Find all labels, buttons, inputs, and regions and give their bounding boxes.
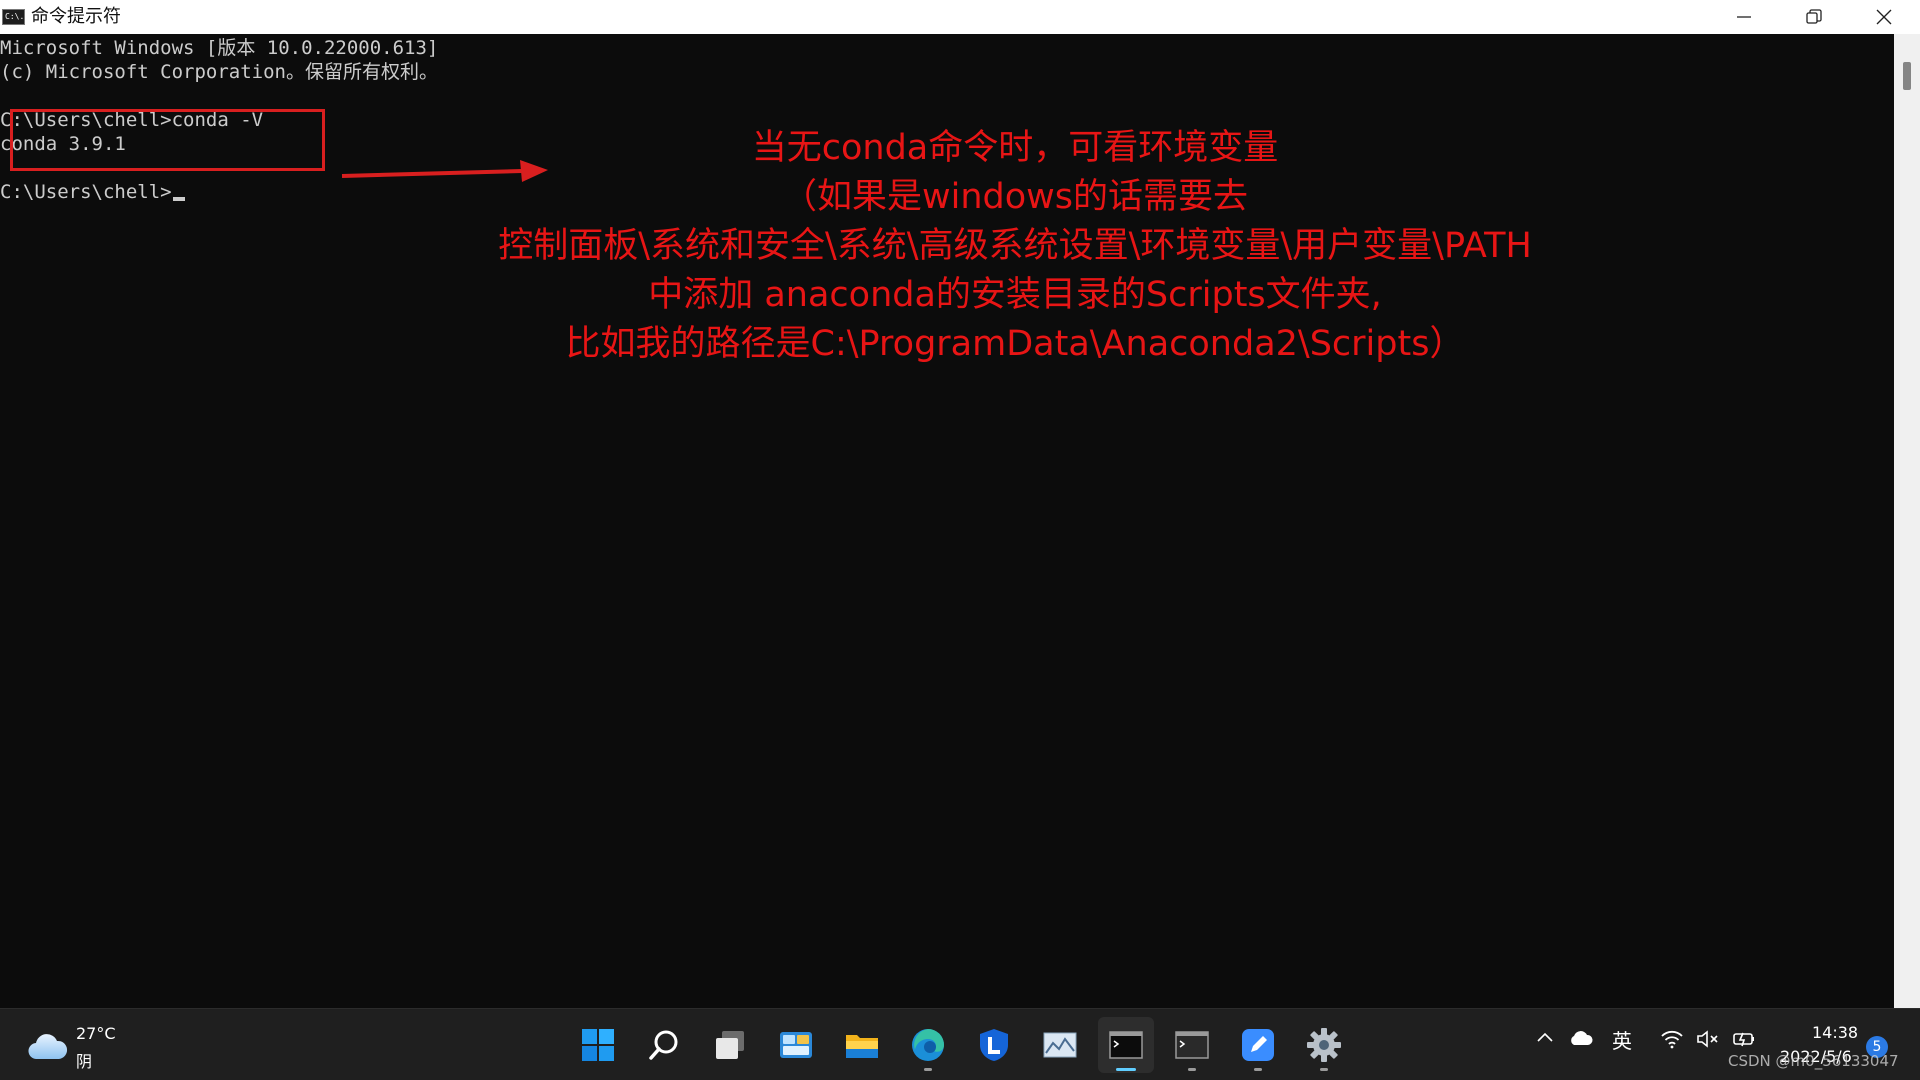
chevron-up-icon[interactable] (1536, 1029, 1554, 1047)
watermark-text: CSDN @m0_56133047 (1728, 1052, 1899, 1070)
gear-icon (1307, 1028, 1341, 1062)
annotation-line: 控制面板\系统和安全\系统\高级系统设置\环境变量\用户变量\PATH (498, 226, 1532, 266)
l-shield-icon (980, 1029, 1008, 1061)
annotation-line: 当无conda命令时，可看环境变量 (751, 128, 1279, 168)
pen-icon (1242, 1029, 1274, 1061)
edge-icon (912, 1029, 944, 1061)
console-output[interactable]: Microsoft Windows [版本 10.0.22000.613] (c… (0, 34, 1894, 1008)
windows-logo-icon (582, 1029, 614, 1061)
running-indicator (1254, 1068, 1262, 1071)
weather-temperature: 27°C (76, 1024, 116, 1043)
annotation-line: 比如我的路径是C:\ProgramData\Anaconda2\Scripts） (565, 324, 1465, 364)
start-button[interactable] (570, 1017, 626, 1073)
onedrive-cloud-icon[interactable] (1568, 1029, 1594, 1047)
search-icon (649, 1030, 678, 1060)
widgets-button[interactable] (768, 1017, 824, 1073)
ime-language-indicator[interactable]: 英 (1612, 1025, 1632, 1054)
taskbar: 27°C 阴 英 14:38 2022/5/6 5 (0, 1008, 1920, 1080)
desktop-screen: C:\. 命令提示符 Microsoft Windows [版本 10.0.22… (0, 0, 1920, 1080)
console-line-copyright: (c) Microsoft Corporation。保留所有权利。 (0, 61, 438, 83)
edge-button[interactable] (900, 1017, 956, 1073)
task-view-button[interactable] (702, 1017, 758, 1073)
terminal-button[interactable] (1164, 1017, 1220, 1073)
annotation-line: （如果是windows的话需要去 (781, 177, 1249, 217)
image-icon (1043, 1032, 1077, 1058)
folder-icon (846, 1035, 878, 1058)
minimize-icon (1737, 16, 1751, 18)
running-indicator (924, 1068, 932, 1071)
task-view-icon (716, 1031, 744, 1059)
cloud-icon (28, 1034, 68, 1060)
running-indicator (1320, 1068, 1328, 1071)
minimize-button[interactable] (1710, 0, 1778, 34)
restore-button[interactable] (1780, 0, 1848, 34)
l-app-button[interactable] (966, 1017, 1022, 1073)
volume-muted-icon[interactable] (1696, 1029, 1720, 1049)
console-prompt: C:\Users\chell> (0, 181, 172, 203)
title-bar[interactable]: C:\. 命令提示符 (0, 0, 1920, 35)
settings-button[interactable] (1296, 1017, 1352, 1073)
wifi-icon[interactable] (1660, 1029, 1684, 1049)
window-title: 命令提示符 (31, 6, 121, 27)
clock-time[interactable]: 14:38 (1812, 1023, 1858, 1042)
command-prompt-button[interactable] (1098, 1017, 1154, 1073)
console-line-version: Microsoft Windows [版本 10.0.22000.613] (0, 37, 439, 59)
active-indicator (1116, 1068, 1136, 1071)
text-cursor (172, 197, 185, 201)
battery-icon[interactable] (1732, 1029, 1758, 1049)
cmd-app-icon[interactable]: C:\. (2, 9, 25, 25)
editor-button[interactable] (1230, 1017, 1286, 1073)
widgets-icon (780, 1032, 812, 1058)
taskbar-search-button[interactable] (636, 1017, 692, 1073)
restore-icon (1806, 9, 1822, 24)
close-button[interactable] (1850, 0, 1918, 34)
terminal-icon (1109, 1031, 1143, 1059)
scrollbar-thumb[interactable] (1903, 62, 1911, 90)
image-viewer-button[interactable] (1032, 1017, 1088, 1073)
annotation-highlight-box (10, 109, 325, 171)
annotation-text: 当无conda命令时，可看环境变量 （如果是windows的话需要去 控制面板\… (440, 124, 1590, 369)
running-indicator (1188, 1068, 1196, 1071)
vertical-scrollbar[interactable] (1894, 34, 1920, 1008)
terminal-icon (1175, 1031, 1209, 1059)
annotation-line: 中添加 anaconda的安装目录的Scripts文件夹, (648, 275, 1382, 315)
close-icon (1876, 9, 1892, 25)
console-prompt-line[interactable]: C:\Users\chell> (0, 180, 185, 204)
weather-condition: 阴 (76, 1052, 93, 1071)
file-explorer-button[interactable] (834, 1017, 890, 1073)
